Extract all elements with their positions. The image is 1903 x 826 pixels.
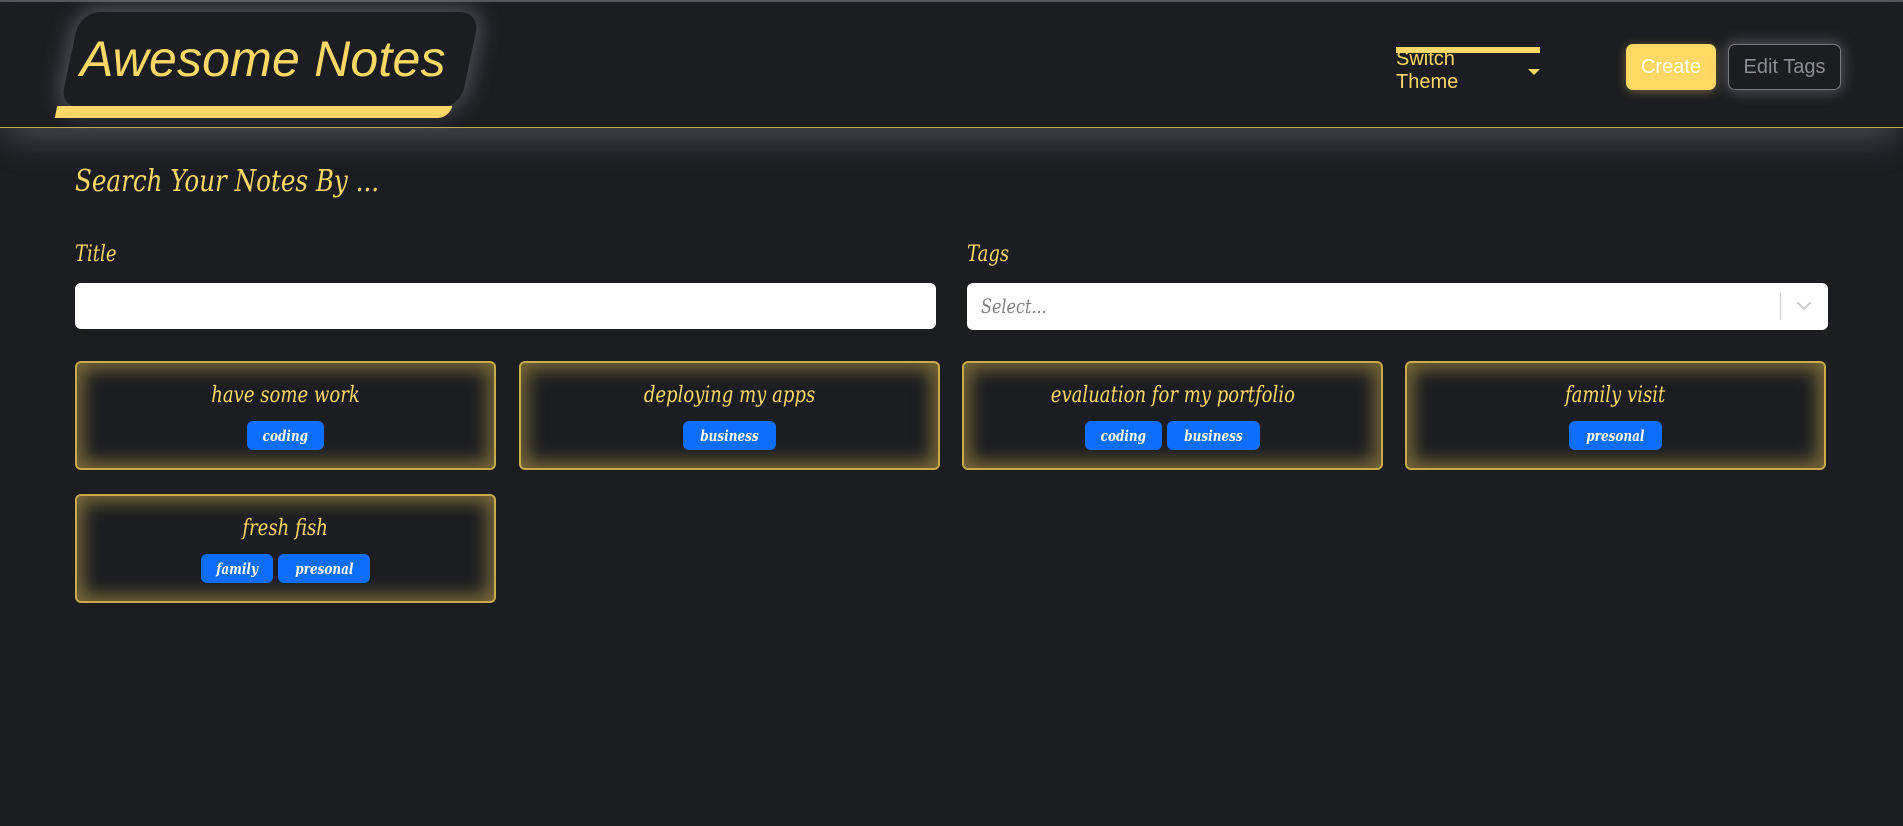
note-tags: presonal bbox=[1407, 421, 1824, 450]
brand-logo[interactable]: Awesome Notes bbox=[52, 12, 481, 120]
caret-down-icon bbox=[1528, 69, 1540, 75]
tag-badge: family bbox=[200, 554, 273, 583]
tag-badge: coding bbox=[247, 421, 324, 450]
tags-label: Tags bbox=[967, 242, 1010, 267]
note-title: deploying my apps bbox=[643, 383, 816, 408]
select-separator bbox=[1780, 293, 1781, 320]
tag-badge: business bbox=[1166, 421, 1260, 450]
note-tags: coding bbox=[77, 421, 494, 450]
note-tags: family presonal bbox=[77, 554, 494, 583]
note-title: family visit bbox=[1565, 383, 1666, 408]
tags-select[interactable]: Select... bbox=[967, 283, 1828, 330]
title-label: Title bbox=[75, 242, 117, 267]
note-card[interactable]: deploying my apps business bbox=[519, 361, 940, 470]
note-card[interactable]: have some work coding bbox=[75, 361, 496, 470]
note-title: fresh fish bbox=[242, 516, 329, 541]
switch-theme-dropdown[interactable]: Switch Theme bbox=[1396, 47, 1540, 93]
tag-badge: coding bbox=[1085, 421, 1162, 450]
note-title: evaluation for my portfolio bbox=[1050, 383, 1295, 408]
chevron-down-icon[interactable] bbox=[1794, 296, 1814, 316]
create-button[interactable]: Create bbox=[1626, 44, 1716, 90]
title-search-input[interactable] bbox=[75, 283, 936, 329]
brand-underline bbox=[54, 106, 453, 118]
note-card[interactable]: fresh fish family presonal bbox=[75, 494, 496, 603]
tag-badge: business bbox=[683, 421, 776, 450]
search-heading: Search Your Notes By ... bbox=[75, 164, 380, 199]
note-card[interactable]: evaluation for my portfolio coding busin… bbox=[962, 361, 1383, 470]
note-title: have some work bbox=[211, 383, 360, 408]
edit-tags-button[interactable]: Edit Tags bbox=[1728, 44, 1841, 90]
switch-theme-label: Switch Theme bbox=[1396, 48, 1459, 93]
note-tags: coding business bbox=[964, 421, 1381, 450]
brand-title[interactable]: Awesome Notes bbox=[80, 30, 446, 88]
tag-badge: presonal bbox=[1569, 421, 1662, 450]
tag-badge: presonal bbox=[277, 554, 371, 583]
note-tags: business bbox=[521, 421, 938, 450]
note-card[interactable]: family visit presonal bbox=[1405, 361, 1826, 470]
navbar: Awesome Notes Switch Theme Create Edit T… bbox=[0, 2, 1903, 128]
tags-select-placeholder: Select... bbox=[981, 294, 1047, 318]
